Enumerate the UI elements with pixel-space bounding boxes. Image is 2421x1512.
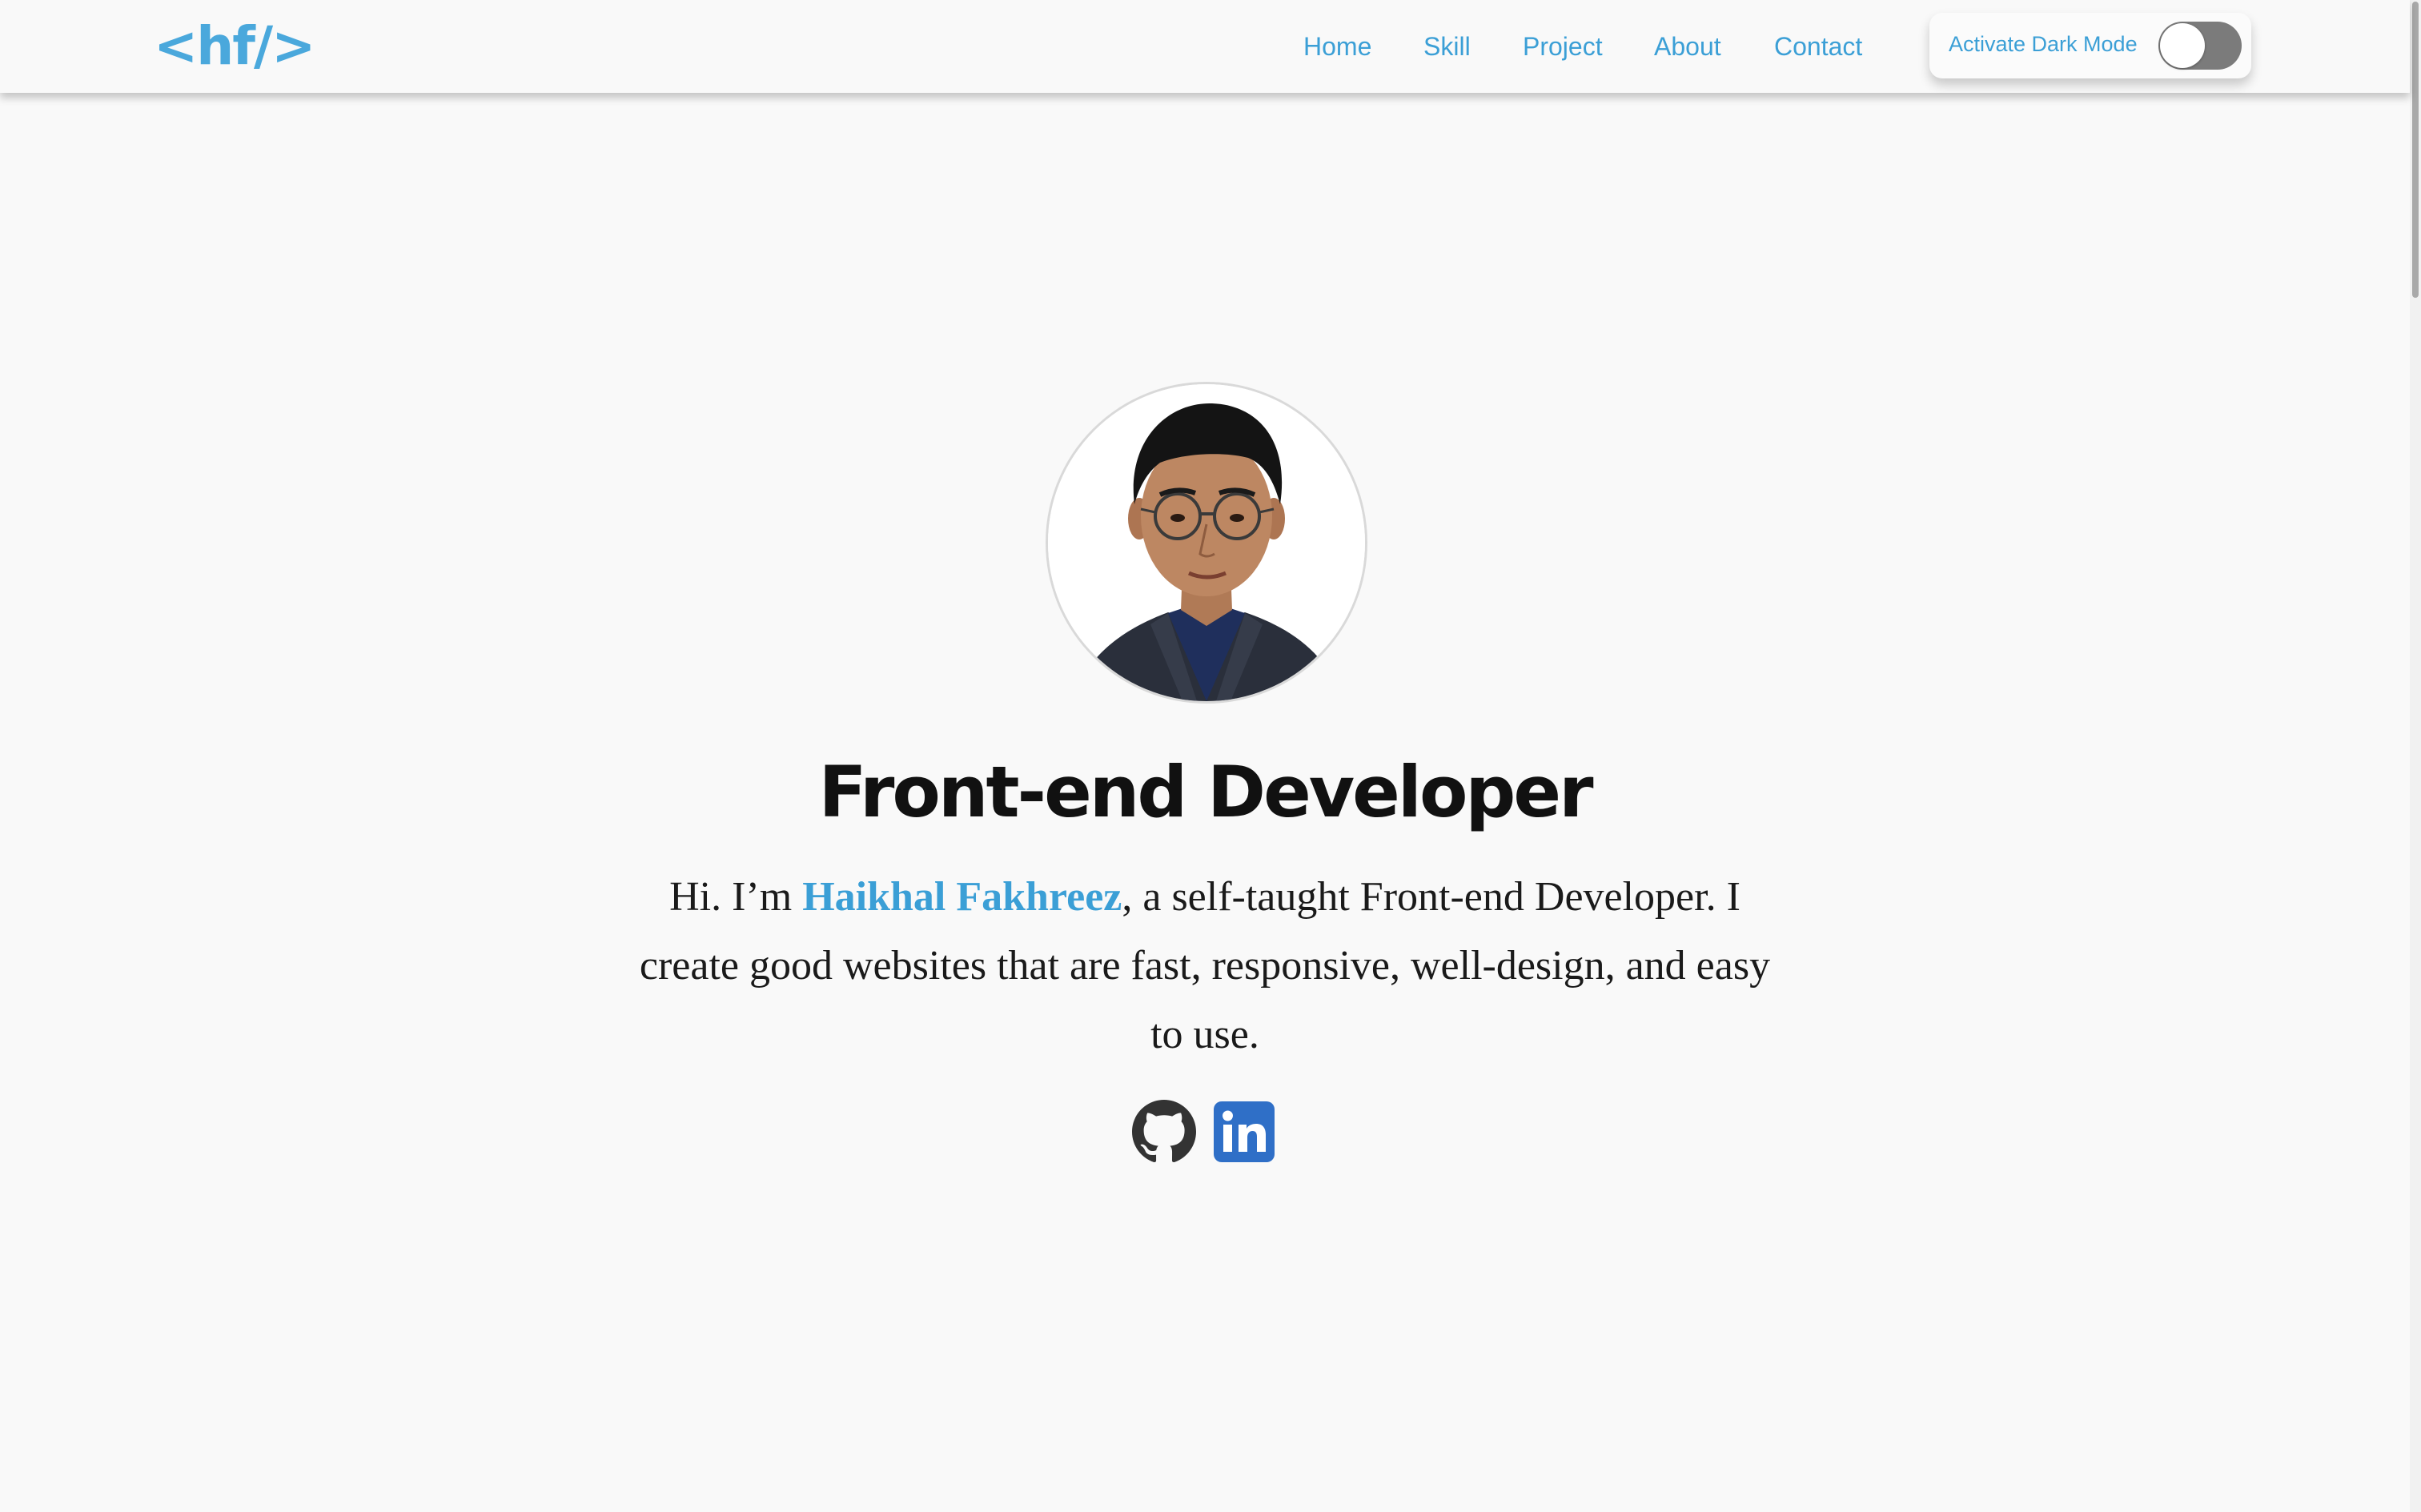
hero-intro: Hi. I’m Haikhal Fakhreez, a self-taught …: [624, 863, 1785, 1069]
profile-photo-icon: [1048, 384, 1365, 701]
site-logo[interactable]: <hf/>: [154, 14, 315, 78]
switch-knob: [2160, 23, 2205, 68]
github-link[interactable]: [1132, 1100, 1196, 1164]
intro-prefix: Hi. I’m: [669, 874, 803, 920]
nav-about-link[interactable]: About: [1654, 27, 1721, 66]
dark-mode-switch[interactable]: [2158, 22, 2242, 70]
scrollbar-thumb[interactable]: [2412, 2, 2419, 298]
nav-contact-link[interactable]: Contact: [1774, 27, 1862, 66]
site-header: <hf/> Home Skill Project About Contact A…: [0, 0, 2410, 93]
page-scrollbar[interactable]: [2410, 0, 2421, 1512]
nav-skill-link[interactable]: Skill: [1423, 27, 1471, 66]
nav-project-link[interactable]: Project: [1523, 27, 1603, 66]
dark-mode-toggle-box: Activate Dark Mode: [1929, 13, 2251, 78]
profile-photo-avatar: [1046, 382, 1367, 704]
hero-title: Front-end Developer: [818, 751, 1593, 833]
linkedin-icon: [1214, 1101, 1275, 1162]
social-links: [1132, 1100, 1278, 1165]
nav-home-link[interactable]: Home: [1303, 27, 1371, 66]
linkedin-link[interactable]: [1212, 1100, 1276, 1164]
dark-mode-label: Activate Dark Mode: [1949, 32, 2138, 56]
page: <hf/> Home Skill Project About Contact A…: [0, 0, 2410, 1512]
developer-name: Haikhal Fakhreez: [802, 874, 1122, 920]
github-icon: [1132, 1100, 1196, 1163]
